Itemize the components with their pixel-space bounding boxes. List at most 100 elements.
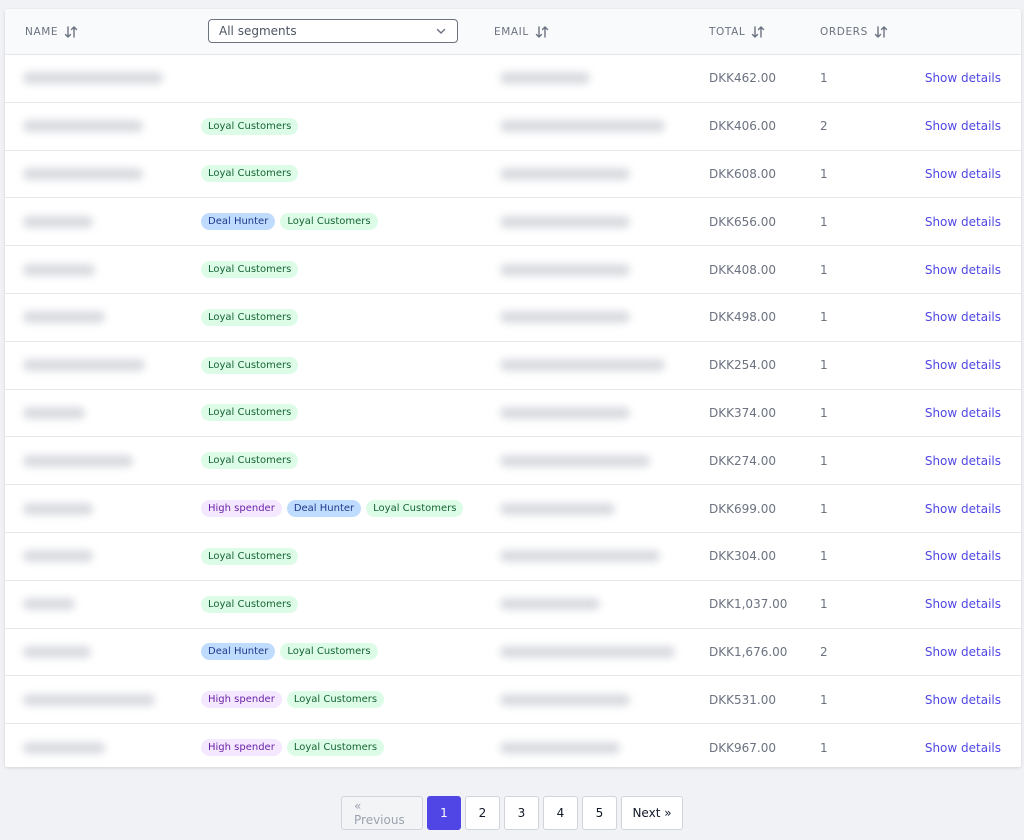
customer-email-redacted [494,629,678,676]
show-details-link[interactable]: Show details [925,502,1001,516]
customer-name-redacted [5,676,168,723]
show-details-link[interactable]: Show details [925,597,1001,611]
redaction-blur [23,502,93,515]
segment-badge: Loyal Customers [366,500,464,518]
details-cell: Show details [925,294,1001,341]
redaction-blur [500,502,615,515]
customer-name-redacted [5,151,168,198]
redaction-blur [23,167,143,180]
segment-badge: Loyal Customers [201,165,299,183]
sort-icon [64,25,78,38]
order-total: DKK374.00 [709,405,776,420]
table-row: High spender Loyal Customers DKK531.00 1 … [5,676,1021,725]
customer-name-redacted [5,437,168,484]
column-header-total-label: TOTAL [709,25,746,38]
redaction-blur [500,645,675,658]
order-count: 1 [820,214,828,229]
redaction-blur [23,693,155,706]
customer-name-redacted [5,390,168,437]
customer-email-redacted [494,581,678,628]
segment-badge: Loyal Customers [201,595,299,613]
redaction-blur [23,454,133,467]
segments-cell: Loyal Customers [201,390,299,437]
redaction-blur [500,263,630,276]
page-button-2[interactable]: 2 [465,796,500,830]
order-total: DKK699.00 [709,501,776,516]
order-count: 1 [820,453,828,468]
redaction-blur [500,72,590,85]
order-total: DKK462.00 [709,71,776,86]
order-total: DKK967.00 [709,740,776,755]
show-details-link[interactable]: Show details [925,167,1001,181]
order-total: DKK406.00 [709,119,776,134]
customer-email-redacted [494,676,678,723]
customer-email-redacted [494,342,678,389]
show-details-link[interactable]: Show details [925,215,1001,229]
page-button-5[interactable]: 5 [582,796,617,830]
order-count: 1 [820,549,828,564]
table-row: Loyal Customers DKK1,037.00 1 Show detai… [5,581,1021,629]
segment-badge: Loyal Customers [201,356,299,374]
show-details-link[interactable]: Show details [925,119,1001,133]
show-details-link[interactable]: Show details [925,263,1001,277]
segments-cell: Deal Hunter Loyal Customers [201,629,378,676]
show-details-link[interactable]: Show details [925,71,1001,85]
redaction-blur [500,550,660,563]
order-total: DKK656.00 [709,214,776,229]
segments-cell: High spender Loyal Customers [201,676,385,723]
show-details-link[interactable]: Show details [925,454,1001,468]
segment-badge: High spender [201,739,282,757]
segment-badge: High spender [201,691,282,709]
details-cell: Show details [925,724,1001,767]
page-button-4[interactable]: 4 [543,796,578,830]
details-cell: Show details [925,676,1001,723]
order-total: DKK304.00 [709,549,776,564]
segments-cell: High spender Loyal Customers [201,724,385,767]
show-details-link[interactable]: Show details [925,741,1001,755]
column-header-total[interactable]: TOTAL [709,9,765,54]
show-details-link[interactable]: Show details [925,693,1001,707]
segments-cell: Loyal Customers [201,581,299,628]
page-button-1[interactable]: 1 [427,796,461,830]
page-button-3[interactable]: 3 [504,796,539,830]
customer-name-redacted [5,55,168,102]
column-header-name-label: NAME [25,25,59,38]
order-count: 1 [820,71,828,86]
order-count: 2 [820,119,828,134]
order-count: 1 [820,597,828,612]
show-details-link[interactable]: Show details [925,310,1001,324]
previous-page-button[interactable]: « Previous [341,796,423,830]
next-page-button[interactable]: Next » [621,796,683,830]
segment-badge: Loyal Customers [280,213,378,231]
order-total: DKK254.00 [709,358,776,373]
redaction-blur [23,550,93,563]
redaction-blur [23,645,91,658]
show-details-link[interactable]: Show details [925,549,1001,563]
table-row: High spender Loyal Customers DKK967.00 1 … [5,724,1021,767]
details-cell: Show details [925,629,1001,676]
segments-cell: Loyal Customers [201,246,299,293]
column-header-email[interactable]: EMAIL [494,9,549,54]
details-cell: Show details [925,390,1001,437]
column-header-orders[interactable]: ORDERS [820,9,888,54]
order-count: 1 [820,740,828,755]
table-row: Deal Hunter Loyal Customers DKK656.00 1 S… [5,198,1021,247]
column-header-name[interactable]: NAME [25,9,78,54]
order-total: DKK531.00 [709,692,776,707]
show-details-link[interactable]: Show details [925,645,1001,659]
redaction-blur [500,741,620,754]
customer-email-redacted [494,103,678,150]
segment-filter-select[interactable]: All segments [208,19,458,43]
customer-email-redacted [494,151,678,198]
show-details-link[interactable]: Show details [925,358,1001,372]
sort-icon [752,25,765,38]
redaction-blur [500,167,630,180]
customer-email-redacted [494,437,678,484]
table-body: DKK462.00 1 Show details Loyal Customers… [5,55,1021,767]
redaction-blur [500,406,630,419]
segment-badge: Loyal Customers [201,452,299,470]
customer-email-redacted [494,294,678,341]
customer-name-redacted [5,629,168,676]
show-details-link[interactable]: Show details [925,406,1001,420]
redaction-blur [500,215,630,228]
